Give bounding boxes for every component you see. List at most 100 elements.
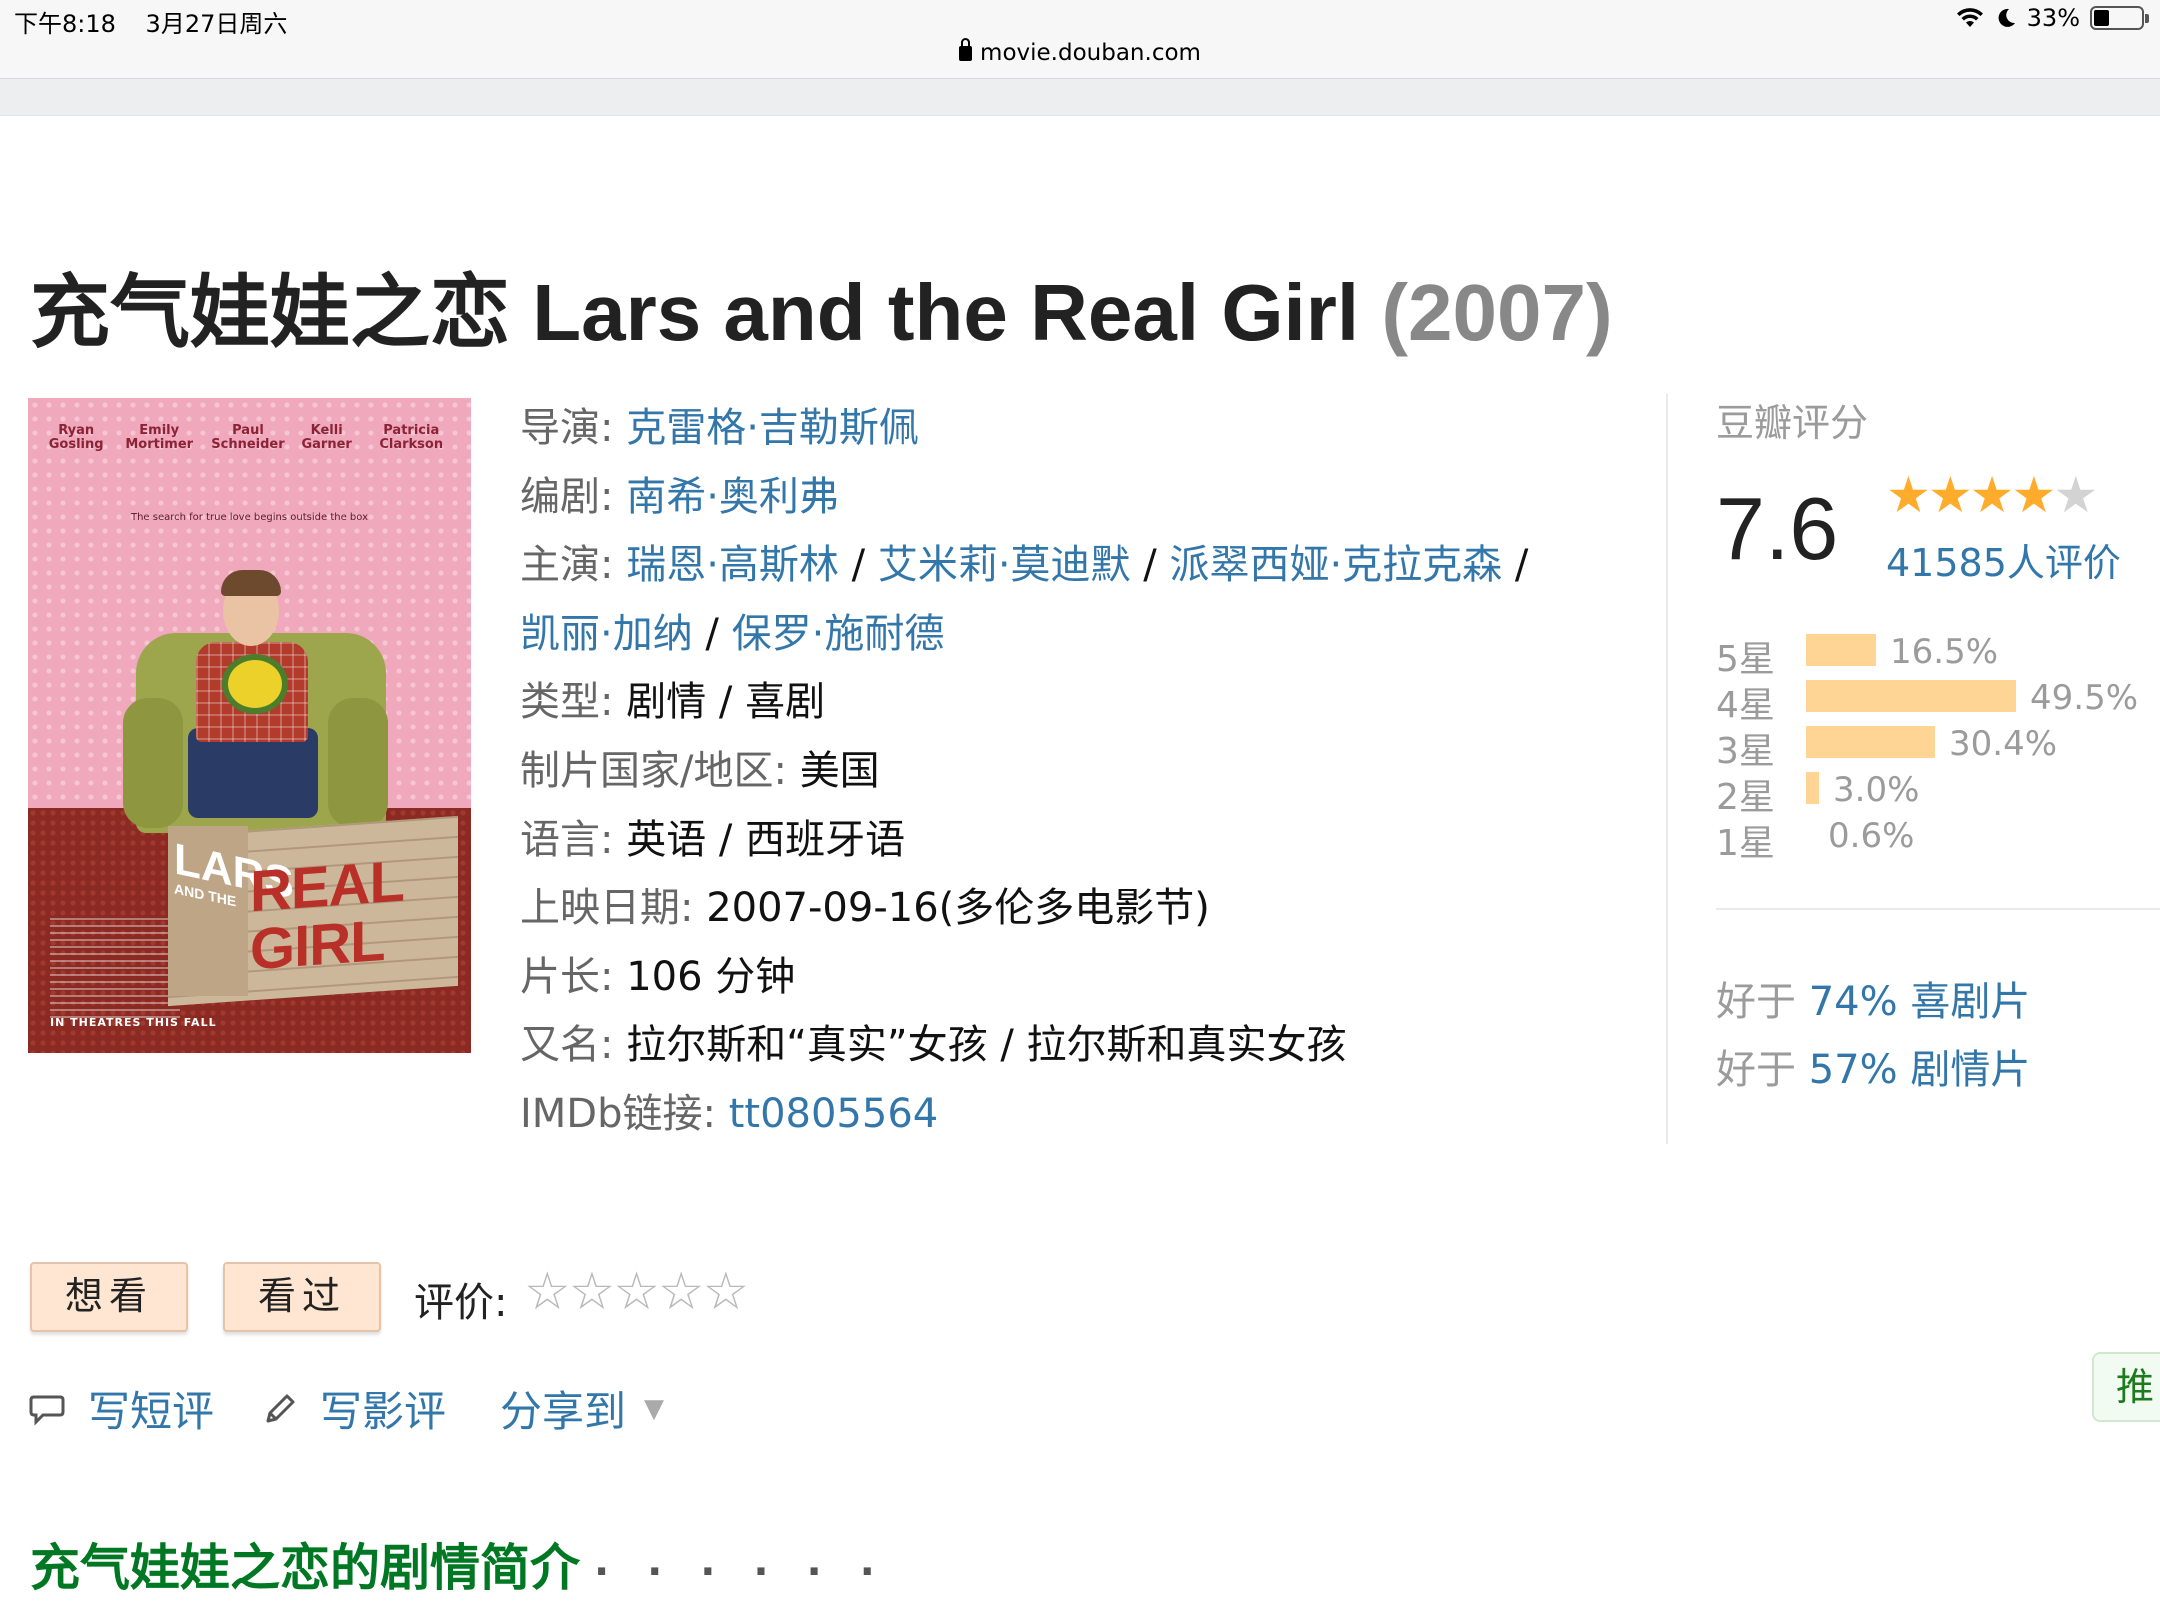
watched-button[interactable]: 看过	[223, 1262, 381, 1332]
poster-footer: IN THEATRES THIS FALL	[50, 1016, 217, 1029]
poster-name: Emily Mortimer	[125, 423, 194, 452]
write-short-comment-link[interactable]: 写短评	[28, 1378, 214, 1439]
info-language: 语言: 英语 / 西班牙语	[520, 816, 906, 863]
better-genre: 剧情片	[1910, 1047, 2031, 1093]
info-genre: 类型: 剧情 / 喜剧	[520, 679, 826, 726]
better-genre: 喜剧片	[1910, 979, 2031, 1025]
distribution-percent: 0.6%	[1828, 816, 1915, 856]
write-review-label: 写影评	[320, 1387, 447, 1436]
poster-tagline: The search for true love begins outside …	[130, 512, 368, 523]
distribution-star-label: 4星	[1716, 685, 1775, 726]
rate-star-3[interactable]: ☆	[613, 1262, 660, 1322]
poster-name: Paul Schneider	[211, 423, 285, 452]
cast-link[interactable]: 派翠西娅·克拉克森	[1169, 542, 1502, 588]
cast-link[interactable]: 保罗·施耐德	[732, 611, 945, 657]
distribution-percent: 49.5%	[2030, 678, 2139, 718]
rate-label: 评价:	[414, 1280, 508, 1326]
pencil-icon	[266, 1394, 295, 1422]
distribution-star-label: 1星	[1716, 823, 1775, 864]
poster-girl: GIRL	[250, 907, 385, 983]
imdb-link[interactable]: tt0805564	[729, 1091, 939, 1137]
distribution-row: 1星 0.6%	[1716, 814, 2156, 864]
release-value: 2007-09-16(多伦多电影节)	[706, 885, 1210, 932]
writer-label: 编剧	[520, 473, 600, 520]
rating-separator	[1716, 908, 2160, 910]
rating-votes-link[interactable]: 41585人评价	[1886, 532, 2121, 587]
cast-link[interactable]: 凯丽·加纳	[520, 611, 693, 657]
distribution-percent: 16.5%	[1890, 632, 1999, 672]
info-writer: 编剧: 南希·奥利弗	[520, 473, 839, 520]
write-short-comment-label: 写短评	[88, 1387, 215, 1436]
wifi-icon	[1956, 8, 1983, 27]
rate-star-5[interactable]: ☆	[703, 1262, 750, 1322]
comment-bubble-icon	[29, 1395, 65, 1426]
status-right: 33%	[1955, 4, 2149, 32]
status-left: 下午8:18 3月27日周六	[14, 4, 309, 39]
better-than-row: 好于 57% 剧情片	[1716, 1036, 2030, 1104]
recommend-button[interactable]: 推	[2092, 1352, 2160, 1422]
write-review-link[interactable]: 写影评	[262, 1378, 446, 1439]
rating-divider	[1666, 394, 1668, 1144]
browser-toolbar-strip	[0, 78, 2160, 116]
status-date: 3月27日周六	[145, 10, 288, 38]
distribution-row: 4星 49.5%	[1716, 676, 2156, 726]
page-title: 充气娃娃之恋 Lars and the Real Girl (2007)	[30, 248, 1613, 364]
distribution-row: 5星 16.5%	[1716, 630, 2156, 680]
poster-real-girl-text: REAL GIRL	[250, 849, 404, 983]
rate-star-2[interactable]: ☆	[569, 1262, 616, 1322]
rate-star-4[interactable]: ☆	[658, 1262, 705, 1322]
share-label: 分享到	[500, 1387, 627, 1436]
aka-value: 拉尔斯和“真实”女孩 / 拉尔斯和真实女孩	[626, 1022, 1347, 1069]
better-pct: 57%	[1808, 1047, 1898, 1093]
better-prefix: 好于	[1716, 1047, 1796, 1093]
info-director: 导演: 克雷格·吉勒斯佩	[520, 405, 919, 451]
star-icon: ★	[1969, 466, 2015, 524]
rate-star-1[interactable]: ☆	[524, 1262, 571, 1322]
rating-label: 豆瓣评分	[1716, 401, 1869, 445]
country-label: 制片国家/地区	[520, 747, 774, 794]
status-time: 下午8:18	[14, 10, 116, 38]
star-icon: ★	[2011, 466, 2056, 524]
director-label: 导演	[520, 405, 600, 451]
better-than-link[interactable]: 57% 剧情片	[1809, 1047, 2031, 1093]
lock-icon	[959, 38, 973, 61]
better-than: 好于 74% 喜剧片 好于 57% 剧情片	[1716, 968, 2030, 1104]
info-imdb: IMDb链接: tt0805564	[520, 1090, 939, 1137]
poster-cast-names: Ryan Gosling Emily Mortimer Paul Schneid…	[38, 424, 461, 452]
synopsis-title: 充气娃娃之恋的剧情简介	[30, 1539, 580, 1597]
distribution-row: 3星 30.4%	[1716, 722, 2156, 772]
synopsis-heading: 充气娃娃之恋的剧情简介 · · · · · ·	[30, 1528, 887, 1600]
aka-label: 又名	[520, 1022, 600, 1069]
share-dropdown[interactable]: 分享到 ▼	[500, 1378, 664, 1439]
runtime-label: 片长	[520, 953, 600, 1000]
status-bar: 下午8:18 3月27日周六 33%	[0, 0, 2160, 40]
better-than-link[interactable]: 74% 喜剧片	[1809, 979, 2031, 1025]
url-bar[interactable]: movie.douban.com	[0, 38, 2160, 80]
rating-stars: ★★★★★	[1886, 466, 2098, 524]
language-label: 语言	[520, 816, 600, 863]
cast-link[interactable]: 瑞恩·高斯林	[626, 542, 839, 588]
distribution-bar	[1806, 772, 1819, 804]
poster-credits-block	[50, 918, 180, 1018]
url-text[interactable]: movie.douban.com	[980, 40, 1201, 66]
cast-link[interactable]: 艾米莉·莫迪默	[878, 542, 1131, 588]
distribution-star-label: 3星	[1716, 731, 1775, 772]
want-to-watch-button[interactable]: 想看	[30, 1262, 188, 1332]
info-country: 制片国家/地区: 美国	[520, 747, 880, 794]
poster-name: Kelli Garner	[301, 423, 352, 452]
info-cast-cont: 凯丽·加纳 / 保罗·施耐德	[520, 610, 945, 657]
poster-flowers	[228, 660, 282, 708]
distribution-percent: 3.0%	[1833, 770, 1920, 810]
distribution-bar	[1806, 680, 2016, 712]
moon-icon	[1998, 8, 2015, 27]
poster-figure-hair	[221, 570, 281, 596]
distribution-percent: 30.4%	[1949, 724, 2058, 764]
synopsis-dots: · · · · · ·	[594, 1549, 887, 1595]
release-label: 上映日期	[520, 885, 680, 932]
runtime-value: 106 分钟	[626, 953, 796, 1000]
director-link[interactable]: 克雷格·吉勒斯佩	[626, 405, 919, 451]
movie-poster[interactable]: Ryan Gosling Emily Mortimer Paul Schneid…	[28, 398, 471, 1053]
writer-link[interactable]: 南希·奥利弗	[626, 474, 839, 520]
distribution-star-label: 5星	[1716, 639, 1775, 680]
battery-fill	[2094, 10, 2109, 26]
